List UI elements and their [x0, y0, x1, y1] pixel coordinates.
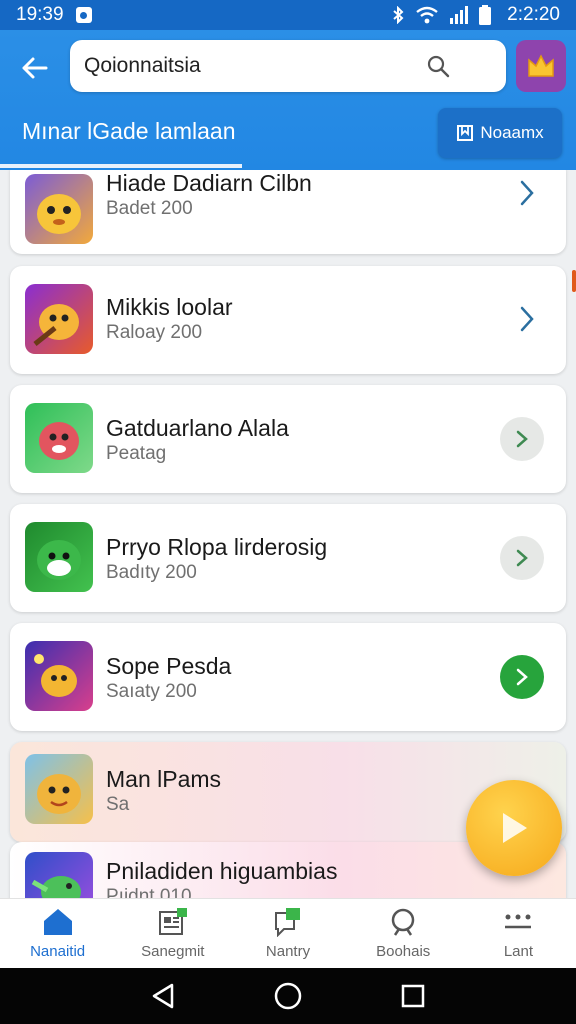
list-item[interactable]: Mikkis loolar Raloay 200 [10, 266, 566, 374]
more-icon [505, 914, 532, 929]
bottom-navigation: Nanaitid Sanegmit Nantry Boohais Lant [0, 898, 576, 968]
nav-item-news[interactable]: Sanegmit [115, 899, 230, 968]
status-bar: 19:39 2:2:20 [0, 0, 576, 30]
chevron-right-icon [516, 549, 528, 567]
nav-item-chat[interactable]: Nantry [230, 899, 345, 968]
signal-icon [450, 6, 469, 24]
section-title: Mınar lGade lamlaan [22, 118, 236, 144]
chevron-right-icon [516, 668, 528, 686]
bluetooth-icon [393, 6, 404, 24]
status-clock: 2:2:20 [507, 4, 560, 25]
system-navigation [0, 968, 576, 1024]
game-thumbnail [25, 403, 93, 473]
scroll-indicator [572, 270, 576, 292]
profile-icon [391, 908, 415, 936]
notification-app-icon [75, 7, 92, 23]
item-title: Pniladiden higuambias [106, 858, 338, 884]
nav-label: Boohais [376, 943, 431, 960]
list-item[interactable]: Sope Pesda Saıaty 200 [10, 623, 566, 731]
item-title: Mikkis loolar [106, 294, 233, 320]
arrow-left-icon [22, 57, 48, 79]
tab-indicator [0, 164, 242, 168]
chevron-right-icon [516, 430, 528, 448]
item-subtitle: Saıaty 200 [106, 681, 197, 702]
item-title: Gatduarlano Alala [106, 415, 289, 441]
chevron-right-icon[interactable] [512, 178, 542, 208]
chevron-circle-button[interactable] [500, 536, 544, 580]
item-subtitle: Peatag [106, 443, 167, 464]
circle-home-icon [274, 982, 302, 1010]
nav-label: Nantry [265, 943, 311, 960]
game-thumbnail [25, 522, 93, 592]
premium-button[interactable] [516, 40, 566, 92]
nav-item-more[interactable]: Lant [461, 899, 576, 968]
bookmark-label: Noaamx [480, 123, 544, 142]
search-icon[interactable] [424, 52, 452, 80]
app-bar: Mınar lGade lamlaan Noaamx [0, 30, 576, 170]
list-item[interactable]: Gatduarlano Alala Peatag [10, 385, 566, 493]
item-subtitle: Pıidnt 010 [106, 886, 192, 898]
play-fab-button[interactable] [466, 780, 562, 876]
item-title: Sope Pesda [106, 653, 232, 679]
nav-item-home[interactable]: Nanaitid [0, 899, 115, 968]
chat-icon [275, 908, 300, 937]
status-time: 19:39 [16, 4, 64, 25]
list-item[interactable]: Hiade Dadiarn Cilbn Badet 200 [10, 170, 566, 254]
system-home-button[interactable] [268, 976, 308, 1016]
search-input[interactable] [84, 54, 424, 78]
triangle-back-icon [152, 983, 173, 1009]
item-title: Prryo Rlopa lirderosig [106, 534, 328, 560]
system-back-button[interactable] [143, 976, 183, 1016]
item-subtitle: Badıty 200 [106, 562, 197, 583]
square-recents-icon [402, 984, 425, 1008]
play-icon [503, 813, 527, 843]
system-recents-button[interactable] [393, 976, 433, 1016]
game-thumbnail [25, 284, 93, 354]
item-subtitle: Raloay 200 [106, 322, 203, 343]
item-title: Man lPams [106, 766, 222, 792]
wifi-icon [416, 6, 438, 24]
bookmark-icon [457, 125, 474, 141]
back-button[interactable] [16, 50, 52, 86]
chevron-right-icon[interactable] [512, 304, 542, 334]
battery-icon [479, 5, 492, 25]
game-thumbnail [25, 852, 93, 898]
nav-label: Lant [503, 943, 534, 960]
nav-label: Sanegmit [141, 943, 205, 960]
item-subtitle: Badet 200 [106, 198, 193, 219]
bookmark-button[interactable]: Noaamx [438, 108, 562, 158]
list-item[interactable]: Prryo Rlopa lirderosig Badıty 200 [10, 504, 566, 612]
chevron-circle-button[interactable] [500, 655, 544, 699]
nav-label: Nanaitid [30, 943, 86, 960]
chevron-circle-button[interactable] [500, 417, 544, 461]
game-thumbnail [25, 174, 93, 244]
game-thumbnail [25, 641, 93, 711]
home-icon [43, 909, 72, 935]
crown-icon [528, 54, 554, 77]
item-title: Hiade Dadiarn Cilbn [106, 170, 312, 196]
item-subtitle: Sa [106, 794, 130, 815]
news-icon [158, 908, 187, 935]
nav-item-profile[interactable]: Boohais [346, 899, 461, 968]
search-box[interactable] [70, 40, 506, 92]
game-thumbnail [25, 754, 93, 824]
